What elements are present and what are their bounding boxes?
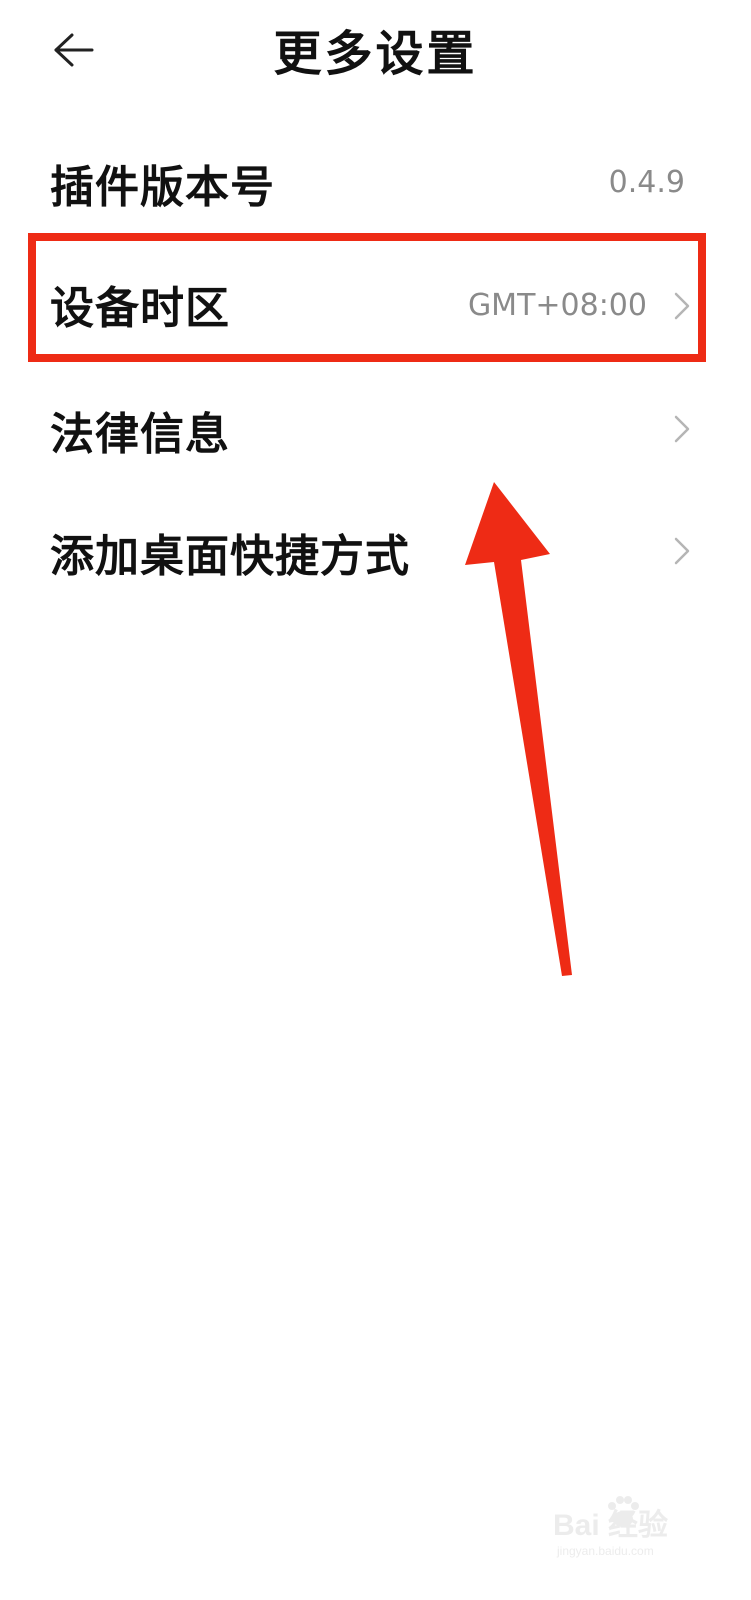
timezone-value: GMT+08:00 bbox=[467, 288, 647, 323]
watermark-subtext: jingyan.baidu.com bbox=[557, 1544, 654, 1558]
watermark-text: Bai 经验 bbox=[553, 1509, 669, 1542]
settings-item-plugin-version: 插件版本号 0.4.9 bbox=[0, 123, 751, 243]
header-bar: 更多设置 bbox=[0, 0, 751, 105]
watermark-logo: Bai 经验 jingyan.baidu.com bbox=[551, 1496, 711, 1570]
settings-item-label: 插件版本号 bbox=[50, 162, 275, 213]
settings-item-label: 添加桌面快捷方式 bbox=[50, 531, 410, 582]
settings-item-device-timezone[interactable]: 设备时区 GMT+08:00 bbox=[0, 244, 751, 364]
settings-item-label: 设备时区 bbox=[50, 283, 230, 334]
settings-screen: 更多设置 插件版本号 0.4.9 设备时区 GMT+08:00 法律信息 添加桌… bbox=[0, 0, 751, 1600]
settings-item-legal-info[interactable]: 法律信息 bbox=[0, 370, 751, 490]
chevron-right-icon bbox=[674, 292, 690, 320]
settings-item-label: 法律信息 bbox=[50, 409, 230, 460]
settings-item-add-shortcut[interactable]: 添加桌面快捷方式 bbox=[0, 492, 751, 612]
page-title: 更多设置 bbox=[273, 26, 478, 82]
chevron-right-icon bbox=[674, 537, 690, 565]
plugin-version-value: 0.4.9 bbox=[608, 165, 685, 200]
chevron-right-icon bbox=[674, 415, 690, 443]
